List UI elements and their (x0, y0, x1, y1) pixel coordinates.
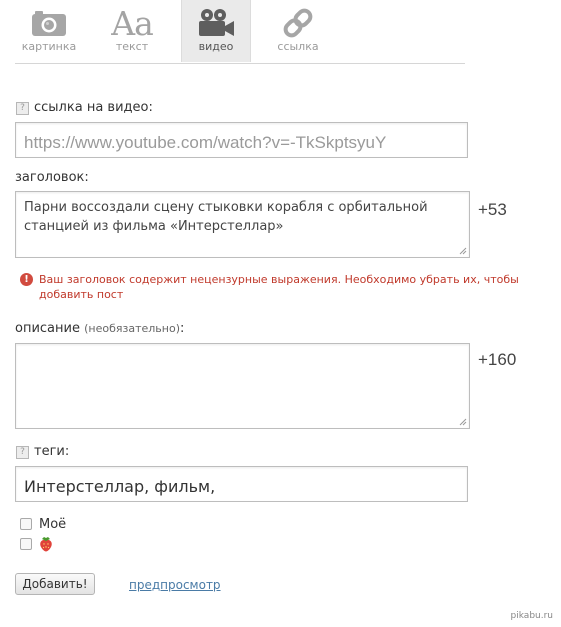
title-value: Парни воссоздали сцену стыковки корабля … (24, 200, 428, 234)
link-icon (264, 6, 332, 40)
tab-label: текст (115, 40, 149, 53)
preview-link[interactable]: предпросмотр (129, 578, 221, 592)
help-icon[interactable]: ? (16, 446, 29, 459)
title-textarea[interactable]: Парни воссоздали сцену стыковки корабля … (15, 191, 470, 258)
tab-link[interactable]: ссылка (264, 0, 332, 62)
tags-label: ? теги: (16, 444, 69, 459)
tab-label: ссылка (277, 40, 319, 53)
mine-checkbox[interactable] (20, 518, 32, 530)
video-camera-icon (182, 6, 250, 40)
tags-value: Интерстеллар, фильм, (24, 477, 216, 496)
error-text: Ваш заголовок содержит нецензурные выраж… (39, 273, 519, 301)
camera-icon (15, 6, 83, 40)
video-url-input[interactable]: https://www.youtube.com/watch?v=-TkSkpts… (15, 122, 468, 158)
strawberry-checkbox[interactable] (20, 538, 32, 550)
error-icon: ! (20, 273, 33, 286)
help-icon[interactable]: ? (16, 102, 29, 115)
post-type-tabs: картинка Aa текст видео ссылка (15, 0, 465, 64)
watermark: pikabu.ru (510, 611, 553, 621)
tab-text[interactable]: Aa текст (98, 0, 166, 62)
resize-handle-icon[interactable] (459, 247, 467, 255)
tab-image[interactable]: картинка (15, 0, 83, 62)
description-label: описание (необязательно): (15, 321, 185, 336)
mine-checkbox-label: Моё (39, 517, 67, 532)
strawberry-icon (39, 535, 53, 556)
title-label: заголовок: (15, 170, 89, 185)
video-url-label: ? ссылка на видео: (16, 100, 153, 115)
title-char-counter: +53 (478, 200, 507, 219)
tags-input[interactable]: Интерстеллар, фильм, (15, 466, 468, 502)
submit-button[interactable]: Добавить! (15, 573, 95, 595)
tab-label: картинка (21, 40, 77, 53)
description-textarea[interactable] (15, 343, 470, 429)
description-char-counter: +160 (478, 350, 517, 369)
video-url-value: https://www.youtube.com/watch?v=-TkSkpts… (24, 133, 387, 152)
tab-video[interactable]: видео (181, 0, 251, 62)
resize-handle-icon[interactable] (459, 418, 467, 426)
tab-label: видео (198, 40, 234, 53)
text-aa-icon: Aa (111, 3, 154, 43)
